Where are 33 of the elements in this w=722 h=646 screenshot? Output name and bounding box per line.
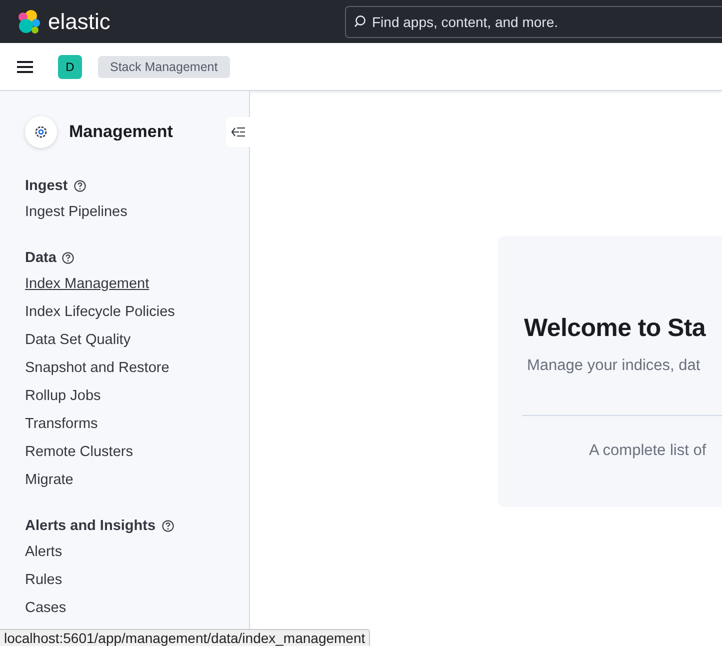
nav-link[interactable]: Index Lifecycle Policies [25, 298, 175, 326]
welcome-subtitle: Manage your indices, dat [527, 357, 702, 375]
brand-name: elastic [48, 8, 110, 34]
gear-icon [25, 116, 57, 148]
sidebar-title: Management [69, 122, 173, 142]
section-heading: Ingest [25, 178, 68, 194]
collapse-button[interactable] [226, 117, 250, 147]
search-field[interactable]: Find apps, content, and more. [345, 6, 722, 38]
nav-link[interactable]: Transforms [25, 410, 98, 438]
nav-link[interactable]: Remote Clusters [25, 438, 133, 466]
nav-link[interactable]: Migrate [25, 466, 74, 494]
welcome-title: Welcome to Sta [524, 314, 707, 343]
help-icon[interactable] [162, 520, 174, 532]
nav-link[interactable]: Snapshot and Restore [25, 354, 170, 382]
nav-link[interactable]: Rollup Jobs [25, 382, 101, 410]
nav-link[interactable]: Data Set Quality [25, 326, 131, 354]
nav-link[interactable]: Cases [25, 594, 66, 622]
welcome-footer-text: A complete list of [589, 442, 708, 460]
menu-icon [17, 60, 33, 72]
help-icon[interactable] [74, 180, 86, 192]
space-avatar[interactable]: D [58, 54, 82, 78]
section-heading: Alerts and Insights [25, 518, 156, 534]
breadcrumb[interactable]: Stack Management [98, 56, 230, 78]
nav-link[interactable]: Ingest Pipelines [25, 198, 128, 226]
collapse-icon [231, 127, 245, 137]
section-heading: Data [25, 250, 56, 266]
nav-link[interactable]: Alerts [25, 538, 62, 566]
link-status-bar: localhost:5601/app/management/data/index_management [0, 629, 370, 646]
nav-link[interactable]: Index Management [25, 270, 150, 298]
logo-icon [16, 8, 42, 34]
help-icon[interactable] [62, 252, 74, 264]
nav-link[interactable]: Rules [25, 566, 62, 594]
logo-link[interactable]: elastic [16, 8, 345, 34]
